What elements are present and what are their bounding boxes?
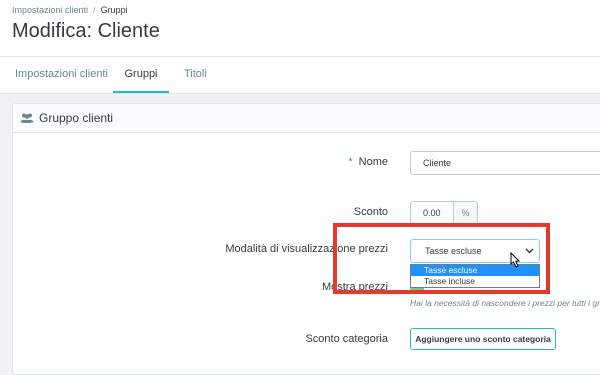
category-discount-label: Sconto categoria (305, 333, 388, 345)
name-label: * Nome (348, 156, 388, 168)
panel-heading: Gruppo clienti (13, 104, 600, 133)
discount-input[interactable]: 0.00 (410, 201, 454, 225)
panel-title: Gruppo clienti (39, 111, 114, 125)
show-prices-help-text: Hai la necessità di nascondere i prezzi … (410, 298, 600, 308)
breadcrumb: Impostazioni clienti / Gruppi (12, 5, 128, 15)
tab-bar: Impostazioni clienti Gruppi Titoli (0, 56, 600, 94)
tab-groups[interactable]: Gruppi (113, 57, 169, 93)
page-header: Impostazioni clienti / Gruppi Modifica: Cl… (0, 0, 600, 56)
required-marker: * (348, 156, 353, 168)
breadcrumb-parent-link[interactable]: Impostazioni clienti (12, 5, 88, 15)
name-label-text: Nome (358, 156, 388, 168)
add-category-discount-button[interactable]: Aggiungere uno sconto categoria (410, 328, 556, 350)
discount-label: Sconto (353, 206, 388, 218)
breadcrumb-separator: / (93, 5, 96, 15)
tab-customer-settings[interactable]: Impostazioni clienti (15, 57, 108, 91)
tab-titles[interactable]: Titoli (184, 57, 207, 91)
breadcrumb-current: Gruppi (100, 5, 128, 15)
percent-addon: % (453, 201, 478, 225)
name-input[interactable]: Cliente (410, 151, 600, 175)
users-icon (20, 113, 34, 123)
mouse-pointer-icon (510, 252, 521, 268)
page-title: Modifica: Cliente (12, 20, 160, 42)
